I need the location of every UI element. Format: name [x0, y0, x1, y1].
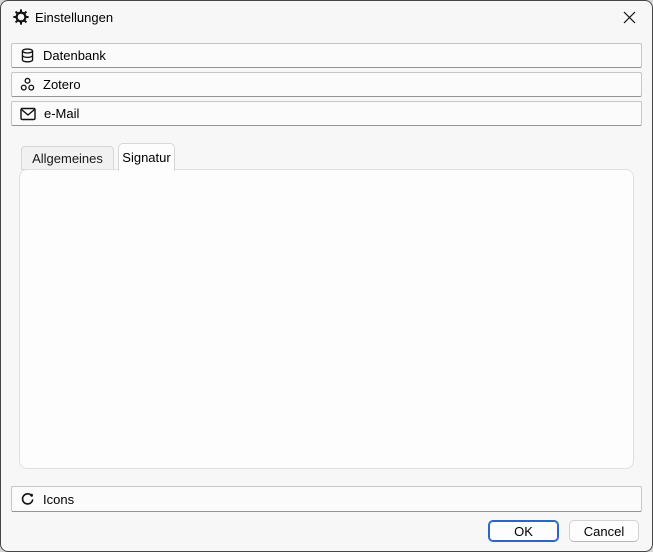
window-title: Einstellungen — [35, 10, 113, 25]
sync-icon — [20, 492, 35, 507]
database-icon — [20, 48, 35, 63]
tab-allgemeines[interactable]: Allgemeines — [21, 146, 114, 170]
tab-label: Allgemeines — [32, 151, 103, 166]
signatur-panel — [19, 169, 634, 469]
mail-icon — [20, 107, 36, 121]
section-datenbank[interactable]: Datenbank — [11, 43, 642, 68]
section-label: Icons — [43, 492, 74, 507]
ok-button[interactable]: OK — [488, 520, 559, 542]
close-icon — [623, 11, 636, 24]
section-zotero[interactable]: Zotero — [11, 72, 642, 97]
section-icons[interactable]: Icons — [11, 486, 642, 512]
zotero-icon — [20, 77, 35, 92]
section-label: e-Mail — [44, 106, 79, 121]
section-email[interactable]: e-Mail — [11, 101, 642, 126]
cancel-button[interactable]: Cancel — [569, 520, 639, 542]
tab-signatur[interactable]: Signatur — [118, 143, 175, 171]
settings-dialog: Einstellungen Datenbank Zotero — [0, 0, 653, 552]
title-bar: Einstellungen — [1, 1, 652, 33]
section-label: Zotero — [43, 77, 81, 92]
gear-icon — [13, 9, 29, 25]
close-button[interactable] — [606, 1, 652, 33]
section-label: Datenbank — [43, 48, 106, 63]
tab-label: Signatur — [122, 150, 170, 165]
